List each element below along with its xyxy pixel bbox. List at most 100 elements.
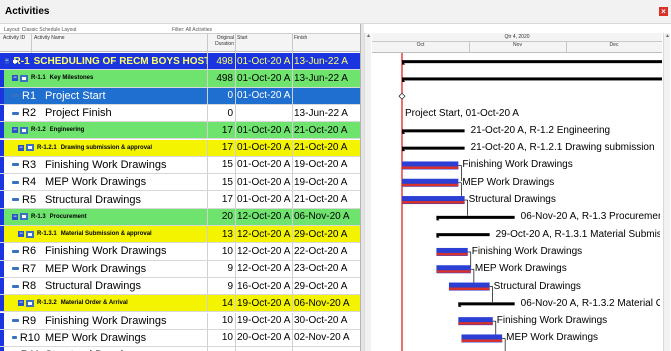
activity-id-cell[interactable]: R8: [12, 278, 40, 294]
duration-cell[interactable]: 498: [207, 53, 235, 69]
collapse-toggle-icon[interactable]: −: [12, 75, 18, 82]
close-icon[interactable]: ×: [659, 7, 668, 16]
activity-id-cell[interactable]: R9: [12, 313, 40, 329]
collapse-toggle-icon[interactable]: −: [18, 231, 24, 238]
finish-cell[interactable]: 29-Oct-20 A: [294, 226, 360, 242]
finish-cell[interactable]: 29-Oct-20 A: [294, 278, 360, 294]
activity-id-cell[interactable]: R7: [12, 261, 40, 277]
activity-name-cell[interactable]: − R-1.1 Key Milestones: [12, 70, 207, 86]
collapse-toggle-icon[interactable]: −: [18, 144, 24, 151]
duration-cell[interactable]: 9: [207, 261, 235, 277]
activity-id-cell[interactable]: R5: [12, 191, 40, 207]
finish-cell[interactable]: 21-Oct-20 A: [294, 191, 360, 207]
start-cell[interactable]: 01-Oct-20 A: [237, 174, 292, 190]
activity-row[interactable]: R2 Project Finish 0 13-Jun-22 A: [0, 104, 360, 123]
start-cell[interactable]: 27-Oct-20 A: [237, 347, 292, 351]
activity-row[interactable]: R10 MEP Work Drawings 10 20-Oct-20 A 02-Nov-…: [0, 329, 360, 348]
activity-name-cell[interactable]: Finishing Work Drawings: [45, 157, 207, 173]
start-cell[interactable]: 19-Oct-20 A: [237, 295, 292, 311]
activity-name-cell[interactable]: − R-1.2.1 Drawing submission & approval: [18, 140, 207, 156]
start-cell[interactable]: 12-Oct-20 A: [237, 226, 292, 242]
finish-cell[interactable]: 23-Oct-20 A: [294, 261, 360, 277]
finish-cell[interactable]: 21-Oct-20 A: [294, 122, 360, 138]
wbs-row[interactable]: − R-1 SCHEDULING OF RECM BOYS HOSTEL 498 01-…: [0, 53, 360, 71]
column-divider[interactable]: [31, 34, 32, 53]
activity-row[interactable]: R3 Finishing Work Drawings 15 01-Oct-20 A 19…: [0, 156, 360, 175]
col-activity-name[interactable]: Activity Name: [34, 35, 65, 41]
col-activity-id[interactable]: Activity ID: [3, 35, 25, 41]
scroll-up-icon[interactable]: ▲: [664, 33, 671, 40]
duration-cell[interactable]: 17: [207, 122, 235, 138]
finish-cell[interactable]: 19-Oct-20 A: [294, 157, 360, 173]
col-start[interactable]: Start: [237, 35, 248, 41]
duration-cell[interactable]: 15: [207, 174, 235, 190]
duration-cell[interactable]: 14: [207, 295, 235, 311]
start-cell[interactable]: 01-Oct-20 A: [237, 70, 292, 86]
column-divider[interactable]: [235, 34, 236, 53]
activity-id-cell[interactable]: R6: [12, 243, 40, 259]
start-cell[interactable]: 01-Oct-20 A: [237, 122, 292, 138]
collapse-toggle-icon[interactable]: −: [12, 127, 18, 134]
finish-cell[interactable]: 13-Jun-22 A: [294, 53, 360, 69]
collapse-toggle-icon[interactable]: −: [18, 300, 24, 307]
wbs-row[interactable]: − R-1.3.1 Material Submission & approval 13…: [0, 226, 360, 244]
table-scrollbar[interactable]: ▲: [364, 33, 371, 351]
activity-name-cell[interactable]: Finishing Work Drawings: [45, 313, 207, 329]
start-cell[interactable]: 01-Oct-20 A: [237, 191, 292, 207]
activity-name-cell[interactable]: − R-1.3.2 Material Order & Arrival: [18, 295, 207, 311]
finish-cell[interactable]: 13-Jun-22 A: [294, 105, 360, 121]
col-finish[interactable]: Finish: [294, 35, 307, 41]
finish-cell[interactable]: 02-Nov-20 A: [294, 330, 360, 346]
duration-cell[interactable]: 9: [207, 347, 235, 351]
activity-id-cell[interactable]: R4: [12, 174, 40, 190]
start-cell[interactable]: 16-Oct-20 A: [237, 278, 292, 294]
activity-name-cell[interactable]: MEP Work Drawings: [45, 330, 207, 346]
duration-cell[interactable]: 9: [207, 278, 235, 294]
finish-cell[interactable]: 06-Nov-20 A: [294, 209, 360, 225]
duration-cell[interactable]: 498: [207, 70, 235, 86]
duration-cell[interactable]: 10: [207, 330, 235, 346]
duration-cell[interactable]: 17: [207, 191, 235, 207]
start-cell[interactable]: 12-Oct-20 A: [237, 209, 292, 225]
activity-id-cell[interactable]: R11: [12, 347, 40, 351]
start-cell[interactable]: 01-Oct-20 A: [237, 157, 292, 173]
finish-cell[interactable]: 06-Nov-20 A: [294, 347, 360, 351]
start-cell[interactable]: 01-Oct-20 A: [237, 53, 292, 69]
activity-name-cell[interactable]: MEP Work Drawings: [45, 174, 207, 190]
activity-id-cell[interactable]: R1: [12, 88, 40, 104]
finish-cell[interactable]: 21-Oct-20 A: [294, 140, 360, 156]
activity-id-cell[interactable]: R2: [12, 105, 40, 121]
activity-name-cell[interactable]: Project Finish: [45, 105, 207, 121]
duration-cell[interactable]: 0: [207, 88, 235, 104]
duration-cell[interactable]: 10: [207, 243, 235, 259]
start-cell[interactable]: 01-Oct-20 A: [237, 140, 292, 156]
finish-cell[interactable]: 13-Jun-22 A: [294, 70, 360, 86]
scroll-up-icon[interactable]: ▲: [365, 33, 372, 40]
activity-id-cell[interactable]: R3: [12, 157, 40, 173]
activity-row[interactable]: R4 MEP Work Drawings 15 01-Oct-20 A 19-Oct-2…: [0, 174, 360, 192]
activity-row[interactable]: R6 Finishing Work Drawings 10 12-Oct-20 A 22…: [0, 243, 360, 261]
start-cell[interactable]: [237, 105, 292, 121]
activity-row[interactable]: R11 Structural Drawings927-Oct-20 A06-Nov…: [0, 347, 360, 351]
start-cell[interactable]: 12-Oct-20 A: [237, 243, 292, 259]
activity-name-cell[interactable]: − R-1.3.1 Material Submission & approval: [18, 226, 207, 242]
finish-cell[interactable]: 30-Oct-20 A: [294, 313, 360, 329]
duration-cell[interactable]: 10: [207, 313, 235, 329]
duration-cell[interactable]: 0: [207, 105, 235, 121]
collapse-toggle-icon[interactable]: −: [5, 58, 9, 65]
activity-name-cell[interactable]: MEP Work Drawings: [45, 261, 207, 277]
start-cell[interactable]: 20-Oct-20 A: [237, 330, 292, 346]
activity-id-cell[interactable]: R10: [12, 330, 40, 346]
activity-name-cell[interactable]: Structural Drawings: [45, 191, 207, 207]
finish-cell[interactable]: 06-Nov-20 A: [294, 295, 360, 311]
start-cell[interactable]: 12-Oct-20 A: [237, 261, 292, 277]
activity-name-cell[interactable]: − R-1.2 Engineering: [12, 122, 207, 138]
column-divider[interactable]: [207, 34, 208, 53]
wbs-row[interactable]: − R-1.2 Engineering 17 01-Oct-20 A 21-Oct-20 …: [0, 122, 360, 140]
activity-row[interactable]: R8 Structural Drawings 9 16-Oct-20 A 29-Oct-…: [0, 277, 360, 296]
activity-name-cell[interactable]: Structural Drawings: [45, 347, 207, 351]
duration-cell[interactable]: 13: [207, 226, 235, 242]
activity-name-cell[interactable]: − R-1.3 Procurement: [12, 209, 207, 225]
activity-row[interactable]: R1 Project Start 0 01-Oct-20 A: [0, 87, 360, 105]
activity-row[interactable]: R7 MEP Work Drawings 9 12-Oct-20 A 23-Oct-20…: [0, 260, 360, 278]
